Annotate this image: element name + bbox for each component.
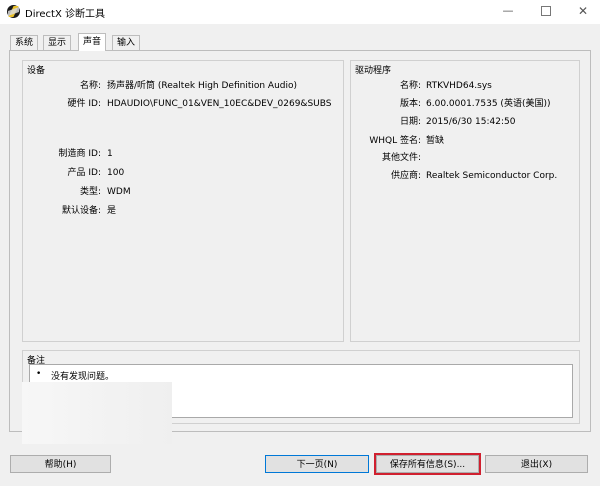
driver-date-label: 日期: [399,117,421,127]
device-name-row: 名称: 扬声器/听筒 (Realtek High Definition Audi… [23,80,343,92]
directx-diagnostic-window: DirectX 诊断工具 — ✕ 系统 显示 声音 输入 设备 名称: 扬声器/… [0,0,600,486]
tab-sound[interactable]: 声音 [78,33,107,51]
whql-value: 暂缺 [426,136,445,146]
provider-value: Realtek Semiconductor Corp. [426,171,558,181]
notes-line: 没有发现问题。 [36,369,114,382]
driver-version-value: 6.00.0001.7535 (英语(美国)) [426,99,551,109]
manufacturer-id-row: 制造商 ID: 1 [23,148,343,160]
tab-input[interactable]: 输入 [112,35,141,51]
driver-version-row: 版本: 6.00.0001.7535 (英语(美国)) [351,98,579,110]
manufacturer-id-value: 1 [107,149,113,159]
title-bar: DirectX 诊断工具 — ✕ [0,0,600,24]
blurred-region [22,382,172,444]
device-type-row: 类型: WDM [23,186,343,198]
device-type-label: 类型: [79,187,101,197]
driver-name-label: 名称: [399,81,421,91]
directx-icon [7,5,20,18]
driver-date-value: 2015/6/30 15:42:50 [426,117,516,127]
driver-name-row: 名称: RTKVHD64.sys [351,80,579,92]
device-hwid-value: HDAUDIO\FUNC_01&VEN_10EC&DEV_0269&SUBSYS… [107,99,331,109]
product-id-label: 产品 ID: [67,168,101,178]
tab-system[interactable]: 系统 [10,35,39,51]
default-device-value: 是 [107,206,117,216]
driver-group-title: 驱动程序 [355,66,392,76]
device-hwid-label: 硬件 ID: [67,99,101,109]
exit-button[interactable]: 退出(X) [485,455,588,473]
product-id-value: 100 [107,168,125,178]
provider-label: 供应商: [390,171,421,181]
save-all-info-button[interactable]: 保存所有信息(S)... [374,453,481,475]
maximize-icon [541,6,551,16]
default-device-label: 默认设备: [61,206,101,216]
driver-date-row: 日期: 2015/6/30 15:42:50 [351,116,579,128]
default-device-row: 默认设备: 是 [23,205,343,217]
tab-display[interactable]: 显示 [43,35,72,51]
driver-name-value: RTKVHD64.sys [426,81,492,91]
product-id-row: 产品 ID: 100 [23,167,343,179]
driver-group: 驱动程序 名称: RTKVHD64.sys 版本: 6.00.0001.7535… [350,60,580,342]
device-name-value: 扬声器/听筒 (Realtek High Definition Audio) [107,81,298,91]
help-button[interactable]: 帮助(H) [10,455,111,473]
device-group: 设备 名称: 扬声器/听筒 (Realtek High Definition A… [22,60,344,342]
minimize-button[interactable]: — [490,0,526,24]
close-button[interactable]: ✕ [565,0,600,24]
notes-line-text: 没有发现问题。 [51,372,115,382]
whql-row: WHQL 签名: 暂缺 [351,135,579,147]
next-page-button[interactable]: 下一页(N) [265,455,369,473]
manufacturer-id-label: 制造商 ID: [58,149,101,159]
other-files-row: 其他文件: [351,152,579,164]
device-name-label: 名称: [79,81,101,91]
maximize-button[interactable] [528,0,564,24]
driver-version-label: 版本: [399,99,421,109]
other-files-label: 其他文件: [381,153,421,163]
device-hwid-row: 硬件 ID: HDAUDIO\FUNC_01&VEN_10EC&DEV_0269… [23,98,343,110]
provider-row: 供应商: Realtek Semiconductor Corp. [351,170,579,182]
device-type-value: WDM [107,187,131,197]
window-title: DirectX 诊断工具 [25,9,105,20]
whql-label: WHQL 签名: [369,136,421,146]
device-group-title: 设备 [27,66,46,76]
